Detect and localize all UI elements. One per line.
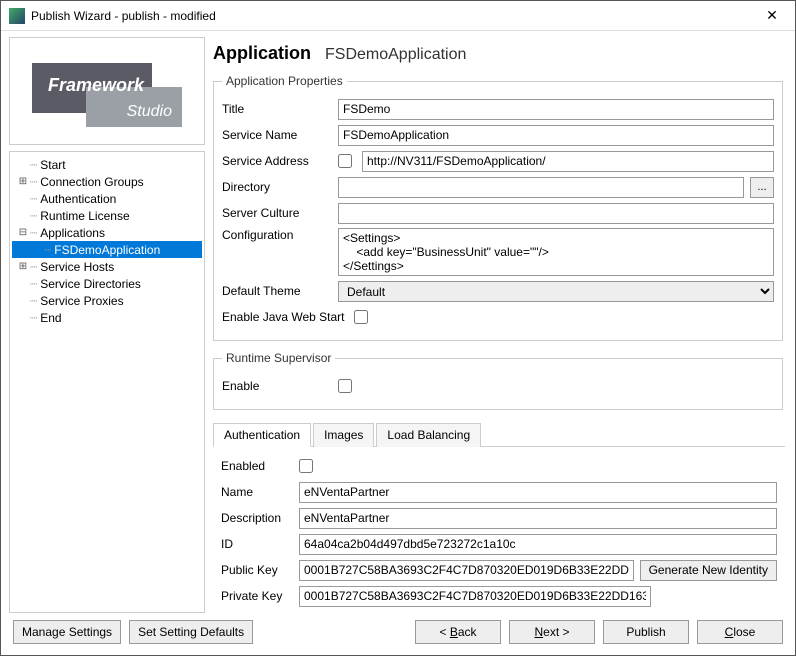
- publish-wizard-window: Publish Wizard - publish - modified ✕ Fr…: [0, 0, 796, 656]
- auth-id-input[interactable]: [299, 534, 777, 555]
- application-properties-group: Application Properties Title Service Nam…: [213, 74, 783, 341]
- tree-item-label: Start: [40, 157, 65, 173]
- nav-tree[interactable]: ┈Start⊞┈Connection Groups┈Authentication…: [9, 151, 205, 613]
- close-button[interactable]: Close: [697, 620, 783, 644]
- tab-images[interactable]: Images: [313, 423, 374, 447]
- tree-connector: ┈: [30, 191, 36, 207]
- enable-jws-label: Enable Java Web Start: [222, 310, 348, 324]
- tree-item[interactable]: ⊟┈Applications: [12, 224, 202, 241]
- auth-desc-input[interactable]: [299, 508, 777, 529]
- tree-item[interactable]: ┈Start: [12, 156, 202, 173]
- tree-item-label: Connection Groups: [40, 174, 143, 190]
- tree-item-label: End: [40, 310, 61, 326]
- footer: Manage Settings Set Setting Defaults < B…: [1, 613, 795, 655]
- auth-pubkey-input[interactable]: [299, 560, 634, 581]
- back-button[interactable]: < Back: [415, 620, 501, 644]
- default-theme-label: Default Theme: [222, 284, 332, 298]
- application-properties-legend: Application Properties: [222, 74, 347, 88]
- runtime-supervisor-group: Runtime Supervisor Enable: [213, 351, 783, 410]
- auth-privkey-input[interactable]: [299, 586, 651, 607]
- tree-connector: ┈: [30, 225, 36, 241]
- window-title: Publish Wizard - publish - modified: [31, 9, 749, 23]
- tree-item-label: Authentication: [40, 191, 116, 207]
- set-setting-defaults-button[interactable]: Set Setting Defaults: [129, 620, 253, 644]
- tree-item[interactable]: ┈Service Proxies: [12, 292, 202, 309]
- directory-browse-button[interactable]: ...: [750, 177, 774, 198]
- close-icon[interactable]: ✕: [749, 1, 795, 31]
- auth-desc-label: Description: [221, 511, 293, 525]
- enable-jws-checkbox[interactable]: [354, 310, 368, 324]
- tab-load-balancing[interactable]: Load Balancing: [376, 423, 481, 447]
- runtime-supervisor-legend: Runtime Supervisor: [222, 351, 335, 365]
- tree-connector: ┈: [30, 293, 36, 309]
- tree-item-label: Service Proxies: [40, 293, 123, 309]
- service-name-input[interactable]: [338, 125, 774, 146]
- logo: Framework Studio: [9, 37, 205, 145]
- titlebar: Publish Wizard - publish - modified ✕: [1, 1, 795, 31]
- tree-item[interactable]: ┈Authentication: [12, 190, 202, 207]
- title-input[interactable]: [338, 99, 774, 120]
- tree-item-label: Service Hosts: [40, 259, 114, 275]
- tree-item[interactable]: ┈End: [12, 309, 202, 326]
- auth-enabled-checkbox[interactable]: [299, 459, 313, 473]
- collapse-icon[interactable]: ⊟: [16, 225, 30, 241]
- tree-connector: ┈: [30, 310, 36, 326]
- tree-connector: ┈: [30, 259, 36, 275]
- next-button[interactable]: Next >: [509, 620, 595, 644]
- tree-item[interactable]: ┈Runtime License: [12, 207, 202, 224]
- service-address-label: Service Address: [222, 154, 332, 168]
- page-title: Application: [213, 43, 311, 64]
- directory-label: Directory: [222, 180, 332, 194]
- service-address-input[interactable]: [362, 151, 774, 172]
- tabs: Authentication Images Load Balancing: [213, 422, 785, 447]
- tree-item[interactable]: ⊞┈Service Hosts: [12, 258, 202, 275]
- directory-input[interactable]: [338, 177, 744, 198]
- runtime-enable-checkbox[interactable]: [338, 379, 352, 393]
- auth-id-label: ID: [221, 537, 293, 551]
- expand-icon[interactable]: ⊞: [16, 174, 30, 190]
- tree-item[interactable]: ┈FSDemoApplication: [12, 241, 202, 258]
- logo-text-2: Studio: [127, 103, 172, 121]
- tree-connector: ┈: [30, 157, 36, 173]
- tree-item-label: Runtime License: [40, 208, 129, 224]
- tree-connector: ┈: [30, 174, 36, 190]
- tab-body-authentication: Enabled Name Description ID Public Key: [213, 447, 785, 613]
- auth-pubkey-label: Public Key: [221, 563, 293, 577]
- server-culture-input[interactable]: [338, 203, 774, 224]
- tree-item[interactable]: ⊞┈Connection Groups: [12, 173, 202, 190]
- auth-privkey-label: Private Key: [221, 589, 293, 603]
- logo-text-1: Framework: [48, 75, 144, 96]
- expand-icon[interactable]: ⊞: [16, 259, 30, 275]
- configuration-textarea[interactable]: <Settings> <add key="BusinessUnit" value…: [338, 228, 774, 276]
- service-name-label: Service Name: [222, 128, 332, 142]
- server-culture-label: Server Culture: [222, 206, 332, 220]
- auth-name-input[interactable]: [299, 482, 777, 503]
- runtime-enable-label: Enable: [222, 379, 332, 393]
- service-address-checkbox[interactable]: [338, 154, 352, 168]
- page-subtitle: FSDemoApplication: [325, 46, 466, 64]
- generate-identity-button[interactable]: Generate New Identity: [640, 560, 777, 581]
- publish-button[interactable]: Publish: [603, 620, 689, 644]
- configuration-label: Configuration: [222, 228, 332, 242]
- default-theme-select[interactable]: Default: [338, 281, 774, 302]
- auth-enabled-label: Enabled: [221, 459, 293, 473]
- tree-connector: ┈: [30, 208, 36, 224]
- tree-item-label: FSDemoApplication: [54, 242, 160, 258]
- tree-connector: ┈: [30, 276, 36, 292]
- tab-authentication[interactable]: Authentication: [213, 423, 311, 447]
- tree-item-label: Service Directories: [40, 276, 141, 292]
- auth-name-label: Name: [221, 485, 293, 499]
- tree-item[interactable]: ┈Service Directories: [12, 275, 202, 292]
- title-label: Title: [222, 102, 332, 116]
- tree-item-label: Applications: [40, 225, 105, 241]
- app-icon: [9, 8, 25, 24]
- manage-settings-button[interactable]: Manage Settings: [13, 620, 121, 644]
- tree-connector: ┈: [44, 242, 50, 258]
